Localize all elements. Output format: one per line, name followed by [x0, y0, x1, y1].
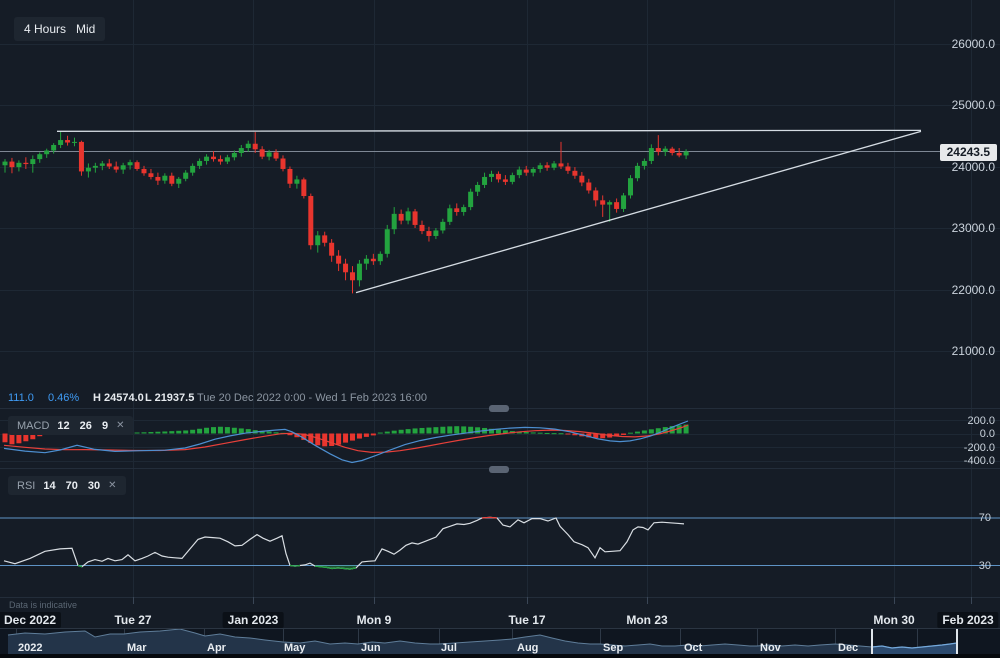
macd-params: 12 26 9 [57, 420, 108, 432]
time-axis-label: Jan 2023 [223, 612, 284, 628]
panel-resize-handle[interactable] [489, 405, 509, 412]
macd-axis-tick: 200.0 [967, 414, 995, 428]
chart-canvas[interactable] [0, 0, 1000, 658]
navigator-month-label: Sep [603, 641, 623, 655]
navigator-month-label: Oct [684, 641, 702, 655]
price-axis-tick: 21000.0 [952, 344, 995, 358]
navigator-month-label: 2022 [18, 641, 42, 655]
date-range: Tue 20 Dec 2022 0:00 - Wed 1 Feb 2023 16… [197, 392, 427, 405]
navigator-month-label: Jul [441, 641, 457, 655]
chart-gridlines [0, 0, 1000, 604]
high-value: H 24574.0 [93, 392, 144, 405]
macd-name: MACD [17, 420, 49, 432]
change-value: 111.0 [8, 392, 34, 405]
macd-axis-tick: 0.0 [980, 427, 995, 441]
panel-resize-handle[interactable] [489, 466, 509, 473]
ohlc-info-bar: 111.0 0.46% H 24574.0 L 21937.5 Tue 20 D… [0, 392, 940, 406]
macd-indicator-label[interactable]: MACD 12 26 9 ✕ [8, 416, 133, 435]
price-axis-tick: 26000.0 [952, 37, 995, 51]
rsi-line [4, 517, 684, 569]
time-axis-label: Dec 2022 [0, 612, 61, 628]
time-axis-label: Feb 2023 [937, 612, 998, 628]
price-axis-tick: 24000.0 [952, 160, 995, 174]
navigator-month-label: Aug [517, 641, 538, 655]
candlestick-series [3, 131, 689, 293]
price-type-button[interactable]: Mid [66, 17, 105, 41]
rsi-indicator-label[interactable]: RSI 14 70 30 ✕ [8, 476, 126, 495]
navigator-handle[interactable] [871, 629, 873, 654]
low-value: L 21937.5 [145, 392, 194, 405]
macd-axis-tick: -400.0 [964, 454, 995, 468]
data-disclaimer: Data is indicative [9, 600, 77, 610]
navigator-handle[interactable] [956, 629, 958, 654]
rsi-name: RSI [17, 480, 35, 492]
navigator-month-label: May [284, 641, 305, 655]
trendlines[interactable] [57, 130, 921, 292]
time-axis-label: Mon 23 [621, 612, 672, 628]
current-price-label: 24243.5 [940, 144, 997, 161]
time-axis-label: Tue 17 [503, 612, 550, 628]
time-axis-label: Tue 27 [109, 612, 156, 628]
change-percent: 0.46% [48, 392, 79, 405]
price-axis-tick: 22000.0 [952, 283, 995, 297]
close-icon[interactable]: ✕ [116, 420, 124, 431]
navigator-month-label: Apr [207, 641, 226, 655]
navigator-month-label: Nov [760, 641, 781, 655]
time-axis-label: Mon 30 [868, 612, 919, 628]
navigator-month-label: Jun [361, 641, 381, 655]
price-axis-tick: 25000.0 [952, 98, 995, 112]
time-axis-label: Mon 9 [352, 612, 397, 628]
macd-axis-tick: -200.0 [964, 441, 995, 455]
close-icon[interactable]: ✕ [108, 480, 116, 491]
price-axis-tick: 23000.0 [952, 221, 995, 235]
trading-chart-window: 4 Hours Mid 111.0 0.46% H 24574.0 L 2193… [0, 0, 1000, 658]
rsi-axis-tick: 30 [979, 559, 991, 573]
navigator-month-label: Mar [127, 641, 147, 655]
rsi-axis-tick: 70 [979, 511, 991, 525]
navigator-month-label: Dec [838, 641, 858, 655]
rsi-params: 14 70 30 [43, 480, 100, 492]
